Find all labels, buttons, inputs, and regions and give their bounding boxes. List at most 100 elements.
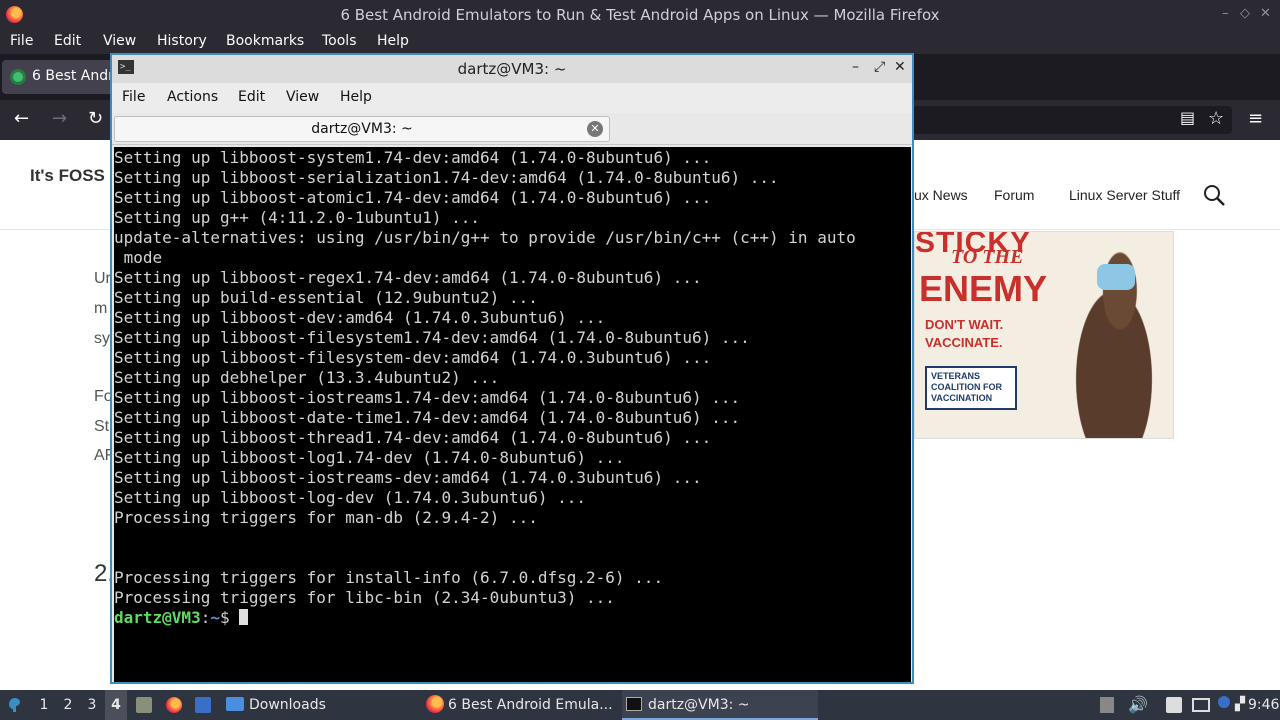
terminal-titlebar[interactable]: >_ dartz@VM3: ~ – ⤢ ✕ [112,55,912,83]
terminal-line: update-alternatives: using /usr/bin/g++ … [114,228,856,247]
itsfoss-favicon-icon [10,69,26,85]
terminal-menu-file[interactable]: File [122,89,145,105]
ad-tagline-2: VACCINATE. [925,335,1003,350]
back-icon[interactable]: ← [14,108,29,129]
prompt-separator: : [200,608,211,627]
clock[interactable]: 9:46 [1248,690,1279,720]
start-menu-icon[interactable] [7,697,23,713]
firefox-icon [426,695,444,713]
site-logo[interactable]: It's FOSS [30,166,105,186]
terminal-window-title: dartz@VM3: ~ [457,60,567,78]
terminal-menubar: File Actions Edit View Help [112,83,912,113]
article-text-fragment: sy [94,330,110,347]
task-firefox[interactable]: 6 Best Android Emula... [422,690,618,720]
terminal-line: mode [114,248,163,267]
network-icon[interactable]: ▞ [1235,690,1245,720]
minimize-icon[interactable]: – [852,59,859,75]
workspace-1[interactable]: 1 [33,690,55,720]
menu-history[interactable]: History [157,33,207,49]
terminal-line: Processing triggers for libc-bin (2.34-0… [114,588,615,607]
ad-tagline-1: DON'T WAIT. [925,317,1004,332]
minimize-icon[interactable]: – [1222,6,1229,21]
terminal-menu-help[interactable]: Help [340,89,372,105]
terminal-icon [626,697,642,711]
ad-headline-2: TO THE [951,246,1024,268]
menu-tools[interactable]: Tools [322,33,357,49]
terminal-prompt[interactable]: dartz@VM3:~$ [114,608,856,628]
close-tab-icon[interactable]: ✕ [587,121,603,137]
terminal-line: Setting up libboost-log1.74-dev (1.74.0-… [114,448,625,467]
terminal-window[interactable]: >_ dartz@VM3: ~ – ⤢ ✕ File Actions Edit … [110,53,914,684]
terminal-line: Setting up libboost-log-dev (1.74.0.3ubu… [114,488,587,507]
maximize-icon[interactable]: ⤢ [874,59,885,75]
firefox-menubar: File Edit View History Bookmarks Tools H… [0,30,1280,54]
terminal-line: Setting up libboost-dev:amd64 (1.74.0.3u… [114,308,606,327]
display-icon[interactable] [1192,698,1210,712]
maximize-icon[interactable]: ◇ [1240,6,1250,21]
app-menu-icon[interactable]: ≡ [1248,108,1263,129]
terminal-menu-view[interactable]: View [286,89,319,105]
terminal-tab[interactable]: dartz@VM3: ~ ✕ [114,116,610,142]
article-text-fragment: m [94,300,108,317]
firefox-window-title: 6 Best Android Emulators to Run & Test A… [340,6,940,24]
firefox-titlebar: 6 Best Android Emulators to Run & Test A… [0,0,1280,30]
prompt-user: dartz@VM3 [114,608,201,627]
terminal-line: Setting up libboost-serialization1.74-de… [114,168,779,187]
terminal-line: Setting up libboost-iostreams1.74-dev:am… [114,388,741,407]
menu-help[interactable]: Help [377,33,409,49]
terminal-line: Setting up libboost-filesystem1.74-dev:a… [114,328,750,347]
nav-forum[interactable]: Forum [994,187,1034,203]
search-icon[interactable] [1203,184,1225,206]
firefox-launcher-icon[interactable] [166,697,182,713]
terminal-line: Setting up g++ (4:11.2.0-1ubuntu1) ... [114,208,481,227]
prompt-path: ~ [210,608,220,627]
nav-linux-news[interactable]: ux News [914,187,968,203]
task-downloads-label: Downloads [249,697,326,713]
terminal-line: Processing triggers for man-db (2.9.4-2)… [114,508,538,527]
terminal-line: Setting up libboost-filesystem-dev:amd64… [114,348,712,367]
close-icon[interactable]: ✕ [1260,6,1271,21]
reader-view-icon[interactable]: ▤ [1180,108,1195,127]
workspace-4[interactable]: 4 [105,690,127,720]
terminal-line: Setting up libboost-system1.74-dev:amd64… [114,148,712,167]
forward-icon[interactable]: → [52,108,67,129]
terminal-line: Setting up libboost-date-time1.74-dev:am… [114,408,741,427]
terminal-menu-actions[interactable]: Actions [167,89,218,105]
workspace-2[interactable]: 2 [57,690,79,720]
vaccination-ad-banner[interactable]: STICKY TO THE ENEMY DON'T WAIT. VACCINAT… [914,231,1174,439]
terminal-line: Setting up build-essential (12.9ubuntu2)… [114,288,538,307]
terminal-line: Setting up libboost-regex1.74-dev:amd64 … [114,268,702,287]
reload-icon[interactable]: ↻ [88,108,103,129]
file-manager-launcher-icon[interactable] [136,697,152,713]
taskbar: 1 2 3 4 Downloads 6 Best Android Emula..… [0,690,1280,720]
bookmark-star-icon[interactable]: ☆ [1208,108,1224,129]
terminal-menu-edit[interactable]: Edit [238,89,265,105]
menu-view[interactable]: View [103,33,136,49]
menu-file[interactable]: File [10,33,33,49]
ad-veterans-badge: VETERANS COALITION FOR VACCINATION [925,366,1017,410]
task-terminal[interactable]: dartz@VM3: ~ [622,690,818,720]
notification-tray-icon[interactable] [1100,697,1114,713]
workspace-3[interactable]: 3 [81,690,103,720]
article-text-fragment: Ur [94,270,111,287]
nav-linux-server-stuff[interactable]: Linux Server Stuff [1069,187,1180,203]
terminal-line: Setting up libboost-thread1.74-dev:amd64… [114,428,712,447]
clipboard-icon[interactable] [1166,697,1182,713]
terminal-output[interactable]: Setting up libboost-system1.74-dev:amd64… [114,147,911,682]
volume-icon[interactable]: 🔊 [1128,690,1148,720]
terminal-tab-label: dartz@VM3: ~ [311,121,413,137]
ad-face-mask-image [1097,264,1135,290]
update-notifier-icon[interactable] [1218,696,1230,708]
desktop-launcher-icon[interactable] [195,697,211,713]
terminal-lines: Setting up libboost-system1.74-dev:amd64… [114,148,856,628]
terminal-line: Setting up debhelper (13.3.4ubuntu2) ... [114,368,500,387]
menu-bookmarks[interactable]: Bookmarks [226,33,304,49]
task-terminal-label: dartz@VM3: ~ [648,697,750,713]
terminal-line: Processing triggers for install-info (6.… [114,568,664,587]
menu-edit[interactable]: Edit [54,33,81,49]
terminal-line: Setting up libboost-atomic1.74-dev:amd64… [114,188,712,207]
task-downloads[interactable]: Downloads [222,690,417,720]
close-icon[interactable]: ✕ [894,59,906,75]
